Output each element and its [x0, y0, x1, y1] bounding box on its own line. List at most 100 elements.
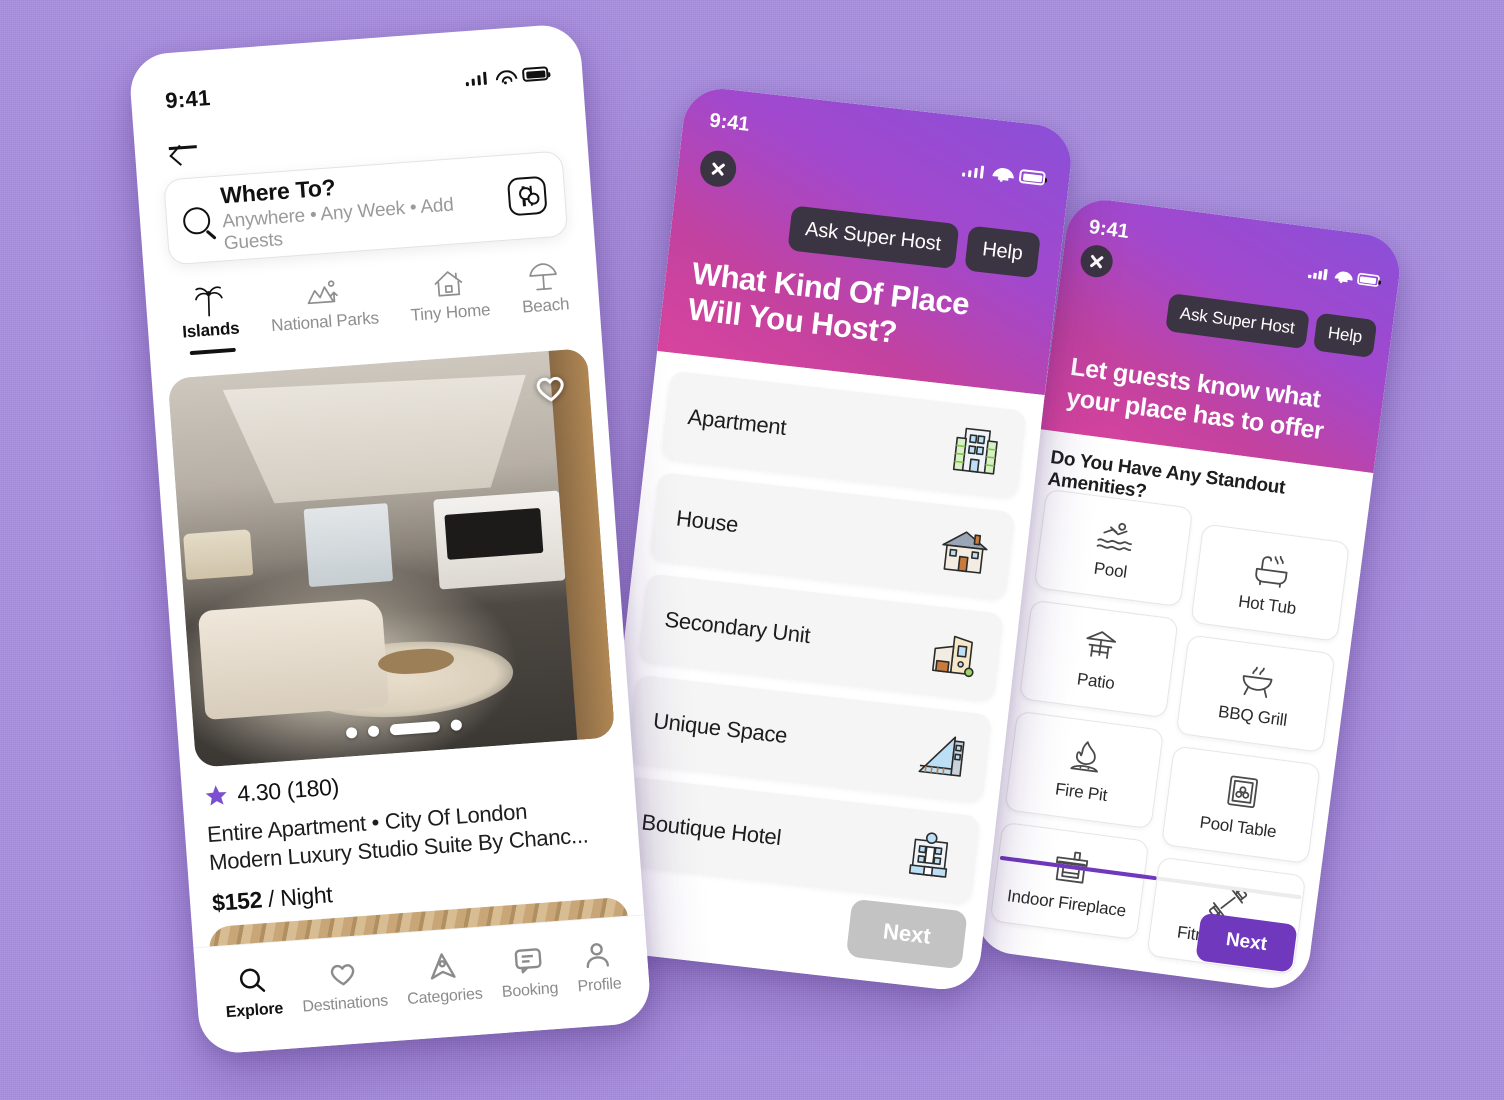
- palm-tree-icon: [192, 282, 224, 318]
- amenity-label: Hot Tub: [1237, 591, 1298, 618]
- status-time: 9:41: [164, 85, 212, 114]
- carousel-dot[interactable]: [450, 718, 463, 731]
- fire-icon: [1065, 735, 1108, 778]
- sofa-detail: [197, 597, 390, 720]
- ask-super-host-button[interactable]: Ask Super Host: [786, 205, 960, 270]
- place-type-list: Apartment House Secondary Unit Unique Sp…: [589, 350, 1045, 994]
- next-button-wrap: Next: [846, 898, 968, 970]
- secondary-unit-icon: [922, 621, 984, 683]
- wifi-icon: [992, 166, 1011, 182]
- ask-super-host-button[interactable]: Ask Super Host: [1164, 293, 1310, 350]
- tv-panel-detail: [433, 490, 566, 590]
- status-time: 9:41: [708, 109, 751, 136]
- house-icon: [933, 520, 995, 582]
- amenity-fire-pit[interactable]: Fire Pit: [1004, 710, 1165, 830]
- battery-icon: [521, 66, 549, 83]
- search-icon: [182, 205, 212, 235]
- page-title: What Kind Of Place Will You Host?: [686, 255, 972, 351]
- bathtub-icon: [1251, 548, 1294, 591]
- category-label: Beach: [521, 294, 570, 317]
- wifi-icon: [1333, 269, 1350, 283]
- beach-umbrella-icon: [526, 257, 560, 293]
- tab-explore[interactable]: Explore: [223, 963, 284, 1022]
- page-title: Let guests know what your place has to o…: [1064, 352, 1326, 445]
- window-detail: [303, 502, 394, 587]
- header-actions: Ask Super Host Help: [1164, 293, 1378, 359]
- next-button[interactable]: Next: [846, 898, 968, 970]
- close-icon[interactable]: [1078, 243, 1115, 280]
- gradient-header: 9:41 Ask Super Host Help What Kind Of Pl…: [657, 84, 1075, 396]
- pool-table-icon: [1221, 770, 1264, 813]
- carousel-dots[interactable]: [345, 718, 463, 739]
- patio-table-icon: [1079, 624, 1122, 667]
- rating-value: 4.30 (180): [236, 772, 340, 807]
- tab-label: Destinations: [301, 992, 389, 1016]
- tab-label: Booking: [501, 979, 559, 1001]
- arrow-left-icon[interactable]: [168, 135, 200, 159]
- close-icon[interactable]: [698, 148, 739, 189]
- option-label: Boutique Hotel: [640, 809, 783, 851]
- unique-space-icon: [910, 723, 972, 785]
- amenity-pool[interactable]: Pool: [1033, 488, 1194, 608]
- lamp-detail: [183, 528, 254, 581]
- listing-image[interactable]: [167, 347, 616, 768]
- heart-icon: [331, 964, 355, 986]
- cellular-signal-icon: [1307, 266, 1327, 281]
- price-unit: / Night: [267, 880, 334, 912]
- amenity-indoor-fireplace[interactable]: Indoor Fireplace: [989, 821, 1150, 941]
- gradient-header: 9:41 Ask Super Host Help Let guests know…: [1040, 195, 1405, 474]
- swimmer-icon: [1094, 513, 1137, 556]
- heart-icon[interactable]: [532, 369, 568, 405]
- carousel-dot[interactable]: [345, 726, 358, 739]
- cellular-signal-icon: [961, 162, 985, 179]
- category-tab-islands[interactable]: Islands: [179, 281, 241, 355]
- status-icons: [465, 66, 549, 87]
- amenity-label: Pool Table: [1198, 812, 1278, 841]
- amenities-grid: Pool Hot Tub Patio BBQ Grill Fire Pit Po…: [988, 488, 1351, 975]
- category-label: National Parks: [270, 308, 380, 336]
- option-label: Secondary Unit: [663, 606, 812, 649]
- help-button[interactable]: Help: [1312, 312, 1378, 359]
- tab-booking[interactable]: Booking: [499, 943, 559, 1002]
- filter-sliders-icon[interactable]: [506, 175, 548, 217]
- price-amount: $152: [211, 885, 263, 916]
- amenities-body: Do You Have Any Standout Amenities? Pool: [971, 429, 1374, 993]
- airbnb-logo-icon: [431, 953, 456, 980]
- amenity-label: Patio: [1075, 668, 1116, 693]
- help-button[interactable]: Help: [963, 225, 1041, 279]
- search-input[interactable]: Where To? Anywhere • Any Week • Add Gues…: [219, 161, 511, 255]
- search-icon: [240, 968, 266, 992]
- tab-label: Explore: [225, 1000, 284, 1022]
- apartment-building-icon: [945, 419, 1007, 481]
- grill-icon: [1236, 659, 1279, 702]
- option-label: Unique Space: [651, 708, 789, 749]
- ceiling-detail: [194, 366, 563, 509]
- tab-destinations[interactable]: Destinations: [299, 956, 389, 1017]
- category-label: Islands: [181, 318, 241, 342]
- category-tab-beach[interactable]: Beach: [519, 256, 571, 330]
- category-tab-national-parks[interactable]: National Parks: [268, 270, 381, 348]
- battery-icon: [1355, 272, 1380, 288]
- chat-bubble-icon: [514, 948, 542, 974]
- carousel-dot-active[interactable]: [389, 720, 441, 736]
- option-label: Apartment: [686, 403, 788, 441]
- tab-profile[interactable]: Profile: [574, 938, 622, 996]
- category-tab-tiny-home[interactable]: Tiny Home: [407, 262, 492, 338]
- option-label: House: [674, 505, 740, 538]
- tab-label: Categories: [406, 985, 484, 1008]
- cellular-signal-icon: [465, 71, 487, 87]
- house-icon: [431, 264, 465, 300]
- amenity-label: BBQ Grill: [1217, 701, 1289, 730]
- mountains-icon: [305, 273, 341, 309]
- tab-label: Profile: [576, 975, 623, 996]
- carousel-dot[interactable]: [367, 724, 380, 737]
- amenity-pool-table[interactable]: Pool Table: [1161, 745, 1321, 864]
- hotel-icon: [899, 824, 961, 886]
- amenity-patio[interactable]: Patio: [1018, 599, 1179, 719]
- amenity-hot-tub[interactable]: Hot Tub: [1190, 523, 1351, 642]
- tab-categories[interactable]: Categories: [404, 949, 483, 1009]
- wifi-icon: [495, 69, 514, 84]
- header-actions: Ask Super Host Help: [786, 205, 1041, 279]
- amenity-bbq-grill[interactable]: BBQ Grill: [1175, 634, 1336, 753]
- amenity-label: Indoor Fireplace: [1006, 885, 1128, 921]
